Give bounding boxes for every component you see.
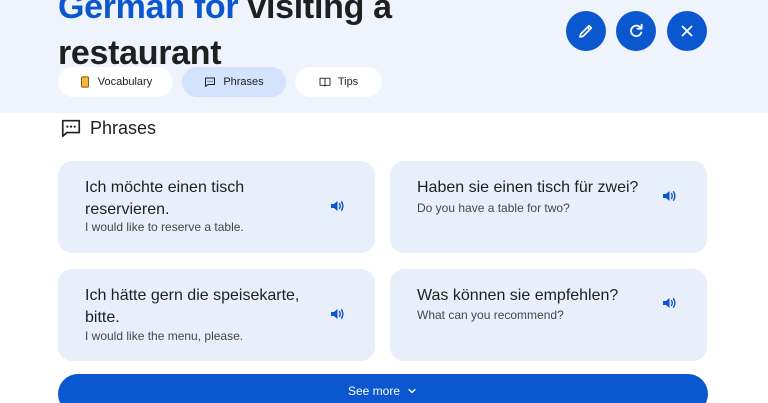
play-audio-button[interactable] [329, 198, 345, 214]
page-title: German for visiting a restaurant [58, 0, 518, 76]
tab-bar: Vocabulary Phrases Tips [58, 67, 382, 97]
see-more-label: See more [347, 384, 401, 398]
phrase-english: What can you recommend? [417, 308, 564, 322]
tab-tips[interactable]: Tips [295, 67, 382, 97]
chevron-down-icon [408, 388, 416, 394]
phrase-card: Ich hätte gern die speisekarte, bitte. I… [58, 269, 375, 361]
edit-button[interactable] [566, 11, 606, 51]
book-icon [319, 77, 331, 87]
speaker-icon [331, 309, 344, 319]
close-button[interactable] [667, 11, 707, 51]
pencil-icon [579, 24, 593, 38]
speaker-icon [331, 201, 344, 211]
phrase-card: Was können sie empfehlen? What can you r… [390, 269, 707, 361]
phrase-card: Ich möchte einen tisch reservieren. I wo… [58, 161, 375, 253]
title-accent: German for [58, 0, 239, 26]
chat-bubble-icon [205, 77, 216, 87]
tab-label: Vocabulary [97, 76, 153, 88]
phrase-english: I would like to reserve a table. [85, 220, 244, 234]
speaker-icon [663, 191, 676, 201]
phrase-german: Haben sie einen tisch für zwei? [417, 179, 639, 196]
tab-label: Phrases [223, 76, 264, 88]
phrase-english: I would like the menu, please. [85, 329, 244, 343]
phrase-german: Ich möchte einen tisch reservieren. [85, 179, 245, 218]
phrase-german: Was können sie empfehlen? [417, 287, 619, 304]
play-audio-button[interactable] [329, 306, 345, 322]
tab-phrases[interactable]: Phrases [182, 67, 286, 97]
see-more-button[interactable]: See more [58, 374, 708, 403]
phrase-card: Haben sie einen tisch für zwei? Do you h… [390, 161, 707, 253]
refresh-button[interactable] [616, 11, 656, 51]
tab-vocabulary[interactable]: Vocabulary [58, 67, 173, 97]
page-header: German for visiting a restaurant Vocabul… [0, 0, 768, 113]
speaker-icon [663, 298, 676, 308]
flashcard-icon [80, 76, 89, 88]
phrase-german: Ich hätte gern die speisekarte, bitte. [85, 287, 300, 326]
play-audio-button[interactable] [661, 188, 677, 204]
tab-label: Tips [337, 76, 359, 88]
refresh-icon [630, 23, 643, 37]
section-title: Phrases [90, 117, 157, 138]
chat-bubble-icon [61, 119, 81, 138]
close-icon [681, 25, 693, 37]
play-audio-button[interactable] [661, 295, 677, 311]
phrase-english: Do you have a table for two? [417, 201, 570, 215]
section-heading: Phrases [60, 117, 156, 139]
